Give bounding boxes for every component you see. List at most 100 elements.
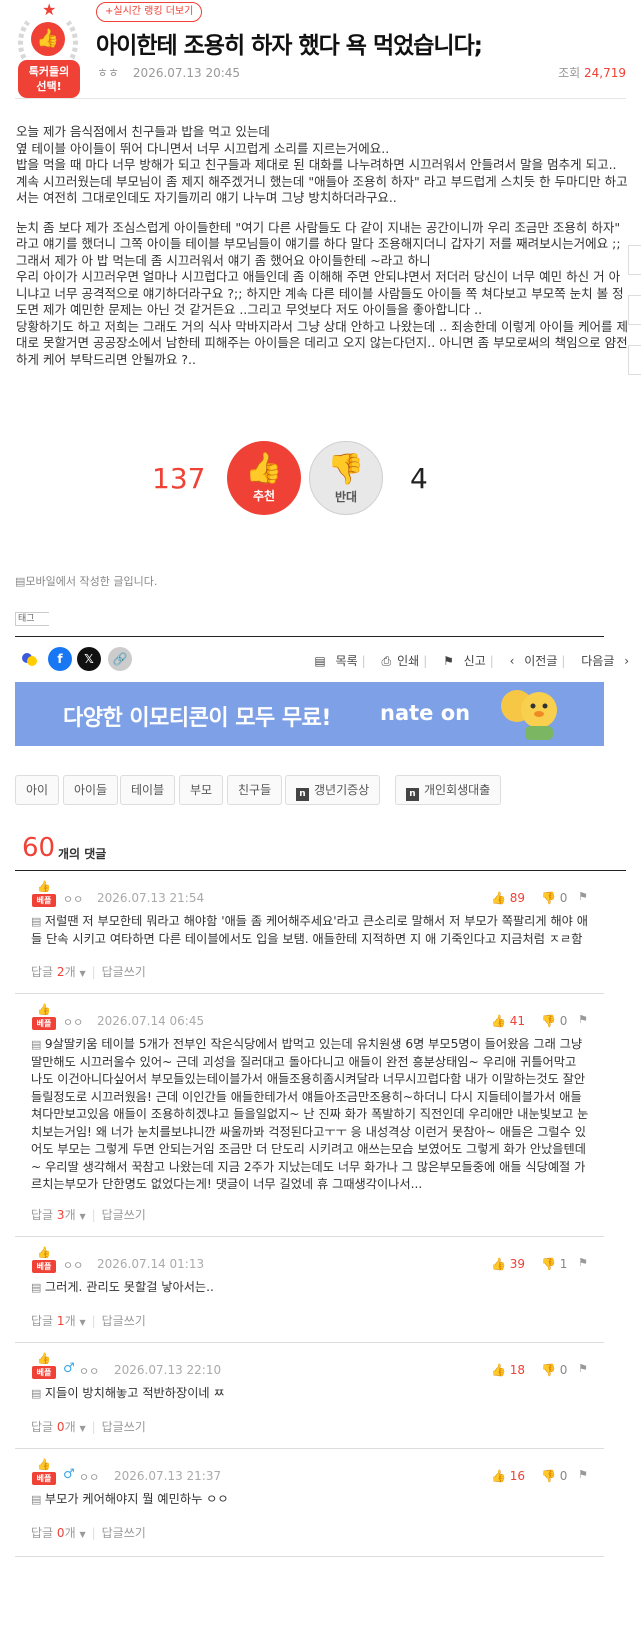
side-floating-tab[interactable] [628, 245, 641, 275]
comment-text: ▤ 저럴땐 저 부모한테 뭐라고 해야함 '애들 좀 케어해주세요'라고 큰소리… [31, 914, 588, 946]
post-date: 2026.07.13 20:45 [132, 66, 241, 80]
prev-post-button[interactable]: ‹ 이전글 [504, 654, 558, 668]
tag-label: 태그 [15, 612, 49, 626]
male-icon: ♂ [63, 1467, 75, 1482]
nate-icon: n [406, 788, 419, 801]
post-title: 아이한테 조용히 하자 했다 욕 먹었습니다; [96, 33, 483, 59]
tag-chip[interactable]: 친구들 [227, 775, 283, 805]
downvote-button[interactable]: 👎 반대 [309, 441, 383, 515]
write-reply-button[interactable]: 답글쓰기 [102, 965, 146, 979]
x-share-button[interactable]: 𝕏 [77, 647, 101, 671]
comment-reply-row: 답글 2개 ▼ | 답글쓰기 [31, 965, 146, 979]
tag-chip[interactable]: 아이들 [63, 775, 119, 805]
reply-toggle[interactable]: 답글 0개 ▼ [31, 1526, 86, 1540]
copy-link-button[interactable]: 🔗 [108, 647, 132, 671]
comment-item: 👍 베플 ♂ ㅇㅇ 2026.07.13 22:10 👍 18 👎 0 ⚑ ▤ 지… [15, 1343, 604, 1449]
vote-area: 137 👍 추천 👎 반대 4 [0, 438, 641, 518]
comment-downvote-button[interactable]: 👎 0 [541, 1363, 567, 1377]
thumbs-up-icon: 👍 [37, 1352, 51, 1365]
comment-date: 2026.07.13 22:10 [114, 1363, 222, 1377]
comment-date: 2026.07.14 01:13 [97, 1257, 205, 1271]
realtime-ranking-button[interactable]: +실시간 랭킹 더보기 [96, 2, 203, 22]
caret-down-icon: ▼ [79, 1424, 86, 1433]
header-divider [15, 98, 626, 99]
caret-down-icon: ▼ [79, 1212, 86, 1221]
best-comment-badge: 👍 베플 [32, 1004, 56, 1030]
write-reply-button[interactable]: 답글쓰기 [102, 1420, 146, 1434]
post-divider [15, 636, 604, 637]
print-icon: ⎙ [381, 654, 392, 668]
ad-banner[interactable]: 다양한 이모티콘이 모두 무료! nate on [15, 682, 604, 746]
post-author[interactable]: ㅎㅎ [97, 66, 119, 80]
best-comment-badge: 👍 베플 [32, 881, 56, 907]
list-icon: ▤ [314, 654, 330, 668]
post-paragraph: 눈치 좀 보다 제가 조심스럽게 아이들한테 "여기 다른 사람들도 다 같이 … [16, 219, 629, 367]
comment-reply-row: 답글 3개 ▼ | 답글쓰기 [31, 1208, 146, 1222]
print-button[interactable]: ⎙ 인쇄 [376, 654, 420, 668]
side-floating-tab[interactable] [628, 345, 641, 375]
comment-upvote-button[interactable]: 👍 41 [491, 1014, 525, 1028]
sponsored-tag-chip[interactable]: n 갱년기증상 [285, 775, 381, 805]
comment-author[interactable]: ㅇㅇ [79, 1469, 99, 1485]
comment-reply-row: 답글 0개 ▼ | 답글쓰기 [31, 1420, 146, 1434]
tag-chip[interactable]: 테이블 [120, 775, 176, 805]
comment-downvote-button[interactable]: 👎 0 [541, 891, 567, 905]
upvote-count: 137 [152, 462, 206, 495]
comment-item: 👍 베플 ㅇㅇ 2026.07.14 06:45 👍 41 👎 0 ⚑ ▤ 9살딸… [15, 994, 604, 1237]
comment-item: 👍 베플 ㅇㅇ 2026.07.14 01:13 👍 39 👎 1 ⚑ ▤ 그러게… [15, 1237, 604, 1343]
upvote-button[interactable]: 👍 추천 [227, 441, 301, 515]
next-post-button[interactable]: 다음글 › [575, 654, 629, 668]
comment-downvote-button[interactable]: 👎 0 [541, 1469, 567, 1483]
comment-author[interactable]: ㅇㅇ [63, 1014, 83, 1030]
list-button[interactable]: ▤ 목록 [308, 654, 357, 668]
comment-report-button[interactable]: ⚑ [578, 1013, 588, 1026]
reply-toggle[interactable]: 답글 3개 ▼ [31, 1208, 86, 1222]
tag-chip[interactable]: 아이 [15, 775, 60, 805]
comment-upvote-button[interactable]: 👍 89 [491, 891, 525, 905]
comment-report-button[interactable]: ⚑ [578, 1362, 588, 1375]
tag-chip[interactable]: 부모 [179, 775, 224, 805]
comment-item: 👍 베플 ㅇㅇ 2026.07.13 21:54 👍 89 👎 0 ⚑ ▤ 저럴땐… [15, 871, 604, 994]
write-reply-button[interactable]: 답글쓰기 [102, 1208, 146, 1222]
report-icon: ⚑ [578, 1468, 588, 1481]
caret-down-icon: ▼ [79, 1530, 86, 1539]
report-button[interactable]: ⚑ 신고 [437, 654, 486, 668]
comment-report-button[interactable]: ⚑ [578, 1256, 588, 1269]
best-comment-badge: 👍 베플 [32, 1247, 56, 1273]
kakao-share-button[interactable] [18, 647, 42, 671]
comment-upvote-button[interactable]: 👍 39 [491, 1257, 525, 1271]
best-comment-badge: 👍 베플 [32, 1353, 56, 1379]
comment-downvote-button[interactable]: 👎 1 [541, 1257, 567, 1271]
thumbs-down-icon: 👎 [541, 1469, 556, 1483]
star-icon: ★ [42, 0, 57, 19]
reply-toggle[interactable]: 답글 1개 ▼ [31, 1314, 86, 1328]
comment-upvote-button[interactable]: 👍 16 [491, 1469, 525, 1483]
reply-toggle[interactable]: 답글 0개 ▼ [31, 1420, 86, 1434]
comment-author[interactable]: ㅇㅇ [79, 1363, 99, 1379]
male-icon: ♂ [63, 1361, 75, 1376]
thumbs-up-icon: 👍 [491, 1469, 506, 1483]
comment-author[interactable]: ㅇㅇ [63, 1257, 83, 1273]
write-reply-button[interactable]: 답글쓰기 [102, 1526, 146, 1540]
comment-report-button[interactable]: ⚑ [578, 1468, 588, 1481]
facebook-share-button[interactable]: f [48, 647, 72, 671]
comment-upvote-button[interactable]: 👍 18 [491, 1363, 525, 1377]
comment-downvote-button[interactable]: 👎 0 [541, 1014, 567, 1028]
reply-toggle[interactable]: 답글 2개 ▼ [31, 965, 86, 979]
best-pick-badge: ★ 👍 톡커들의 선택! [14, 2, 84, 98]
write-reply-button[interactable]: 답글쓰기 [102, 1314, 146, 1328]
comment-report-button[interactable]: ⚑ [578, 890, 588, 903]
thumbs-up-icon: 👍 [245, 451, 283, 486]
comment-author[interactable]: ㅇㅇ [63, 891, 83, 907]
post-paragraph: 오늘 제가 음식점에서 친구들과 밥을 먹고 있는데 옆 테이블 아이들이 뛰어… [16, 124, 628, 205]
document-icon: ▤ [15, 575, 26, 588]
ad-text: 다양한 이모티콘이 모두 무료! [63, 706, 331, 731]
comment-date: 2026.07.13 21:37 [114, 1469, 222, 1483]
facebook-icon: f [57, 652, 63, 666]
thumbs-down-icon: 👎 [541, 1257, 556, 1271]
post-body: 오늘 제가 음식점에서 친구들과 밥을 먹고 있는데 옆 테이블 아이들이 뛰어… [16, 124, 630, 368]
report-icon: ⚑ [578, 1013, 588, 1026]
document-icon: ▤ [31, 1281, 45, 1294]
side-floating-tab[interactable] [628, 295, 641, 325]
sponsored-tag-chip[interactable]: n 개인회생대출 [395, 775, 502, 805]
